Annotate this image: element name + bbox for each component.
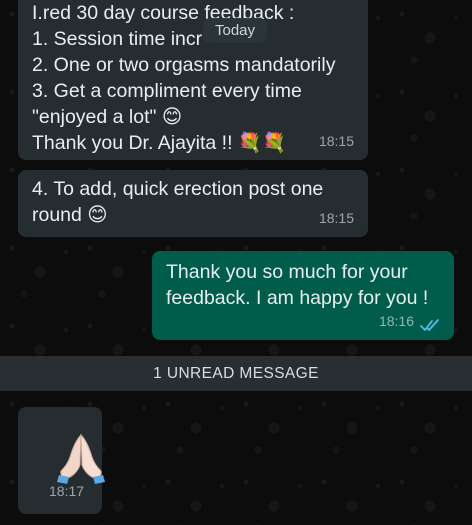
message-timestamp: 18:16 (378, 313, 414, 329)
outgoing-message-bubble[interactable]: Thank you so much for your feedback. I a… (152, 251, 454, 340)
read-receipt-icon (420, 319, 439, 331)
message-text-line: I.red 30 day course feedback : (32, 2, 295, 24)
message-text-line: 3. Get a compliment every time (32, 80, 302, 102)
incoming-emoji-message-bubble[interactable]: 18:17 (18, 407, 105, 514)
message-text-line: Thank you so much for your (166, 261, 408, 283)
incoming-message-bubble[interactable]: I.red 30 day course feedback : 1. Sessio… (18, 0, 368, 160)
message-text-line: 4. To add, quick erection post one (32, 178, 324, 200)
date-separator-pill: Today (203, 18, 267, 43)
folded-hands-icon (57, 433, 105, 484)
message-text-line: Thank you Dr. Ajayita !! 💐💐 (32, 132, 287, 154)
message-text-line: round 😊 (32, 204, 108, 226)
message-text-line: 1. Session time incr (32, 28, 203, 50)
message-timestamp: 18:15 (318, 133, 354, 149)
message-timestamp: 18:15 (318, 210, 354, 226)
incoming-message-bubble[interactable]: 4. To add, quick erection post one round… (18, 170, 368, 237)
message-timestamp: 18:17 (49, 483, 85, 499)
unread-messages-banner: 1 UNREAD MESSAGE (0, 356, 472, 391)
message-text-line: 2. One or two orgasms mandatorily (32, 54, 336, 76)
message-text-line: "enjoyed a lot" 😊 (32, 106, 183, 128)
